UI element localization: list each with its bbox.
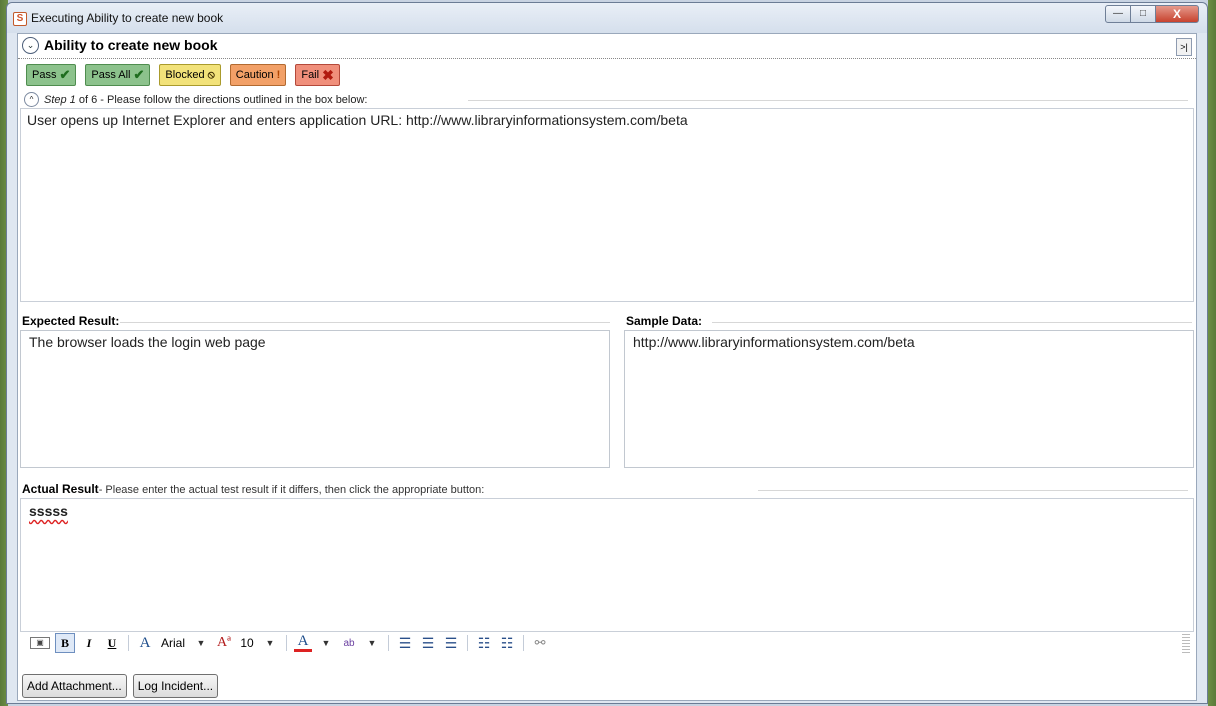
separator [467, 635, 469, 651]
bold-button[interactable]: B [55, 633, 75, 653]
resize-grip[interactable] [1182, 634, 1190, 654]
align-right-icon[interactable]: ☰ [442, 634, 460, 652]
numbered-list-icon[interactable]: ☷ [498, 634, 516, 652]
font-icon: A [139, 634, 151, 651]
insert-image-icon[interactable]: ▣ [30, 637, 50, 649]
log-incident-button[interactable]: Log Incident... [132, 674, 219, 698]
highlight-icon[interactable]: ab [340, 634, 358, 652]
actual-result-heading: Actual Result- Please enter the actual t… [22, 482, 484, 496]
pass-button[interactable]: Pass ✔ [26, 64, 77, 86]
actual-result-label: Actual Result [22, 482, 99, 496]
window-controls: — □ X [1105, 5, 1199, 23]
chevron-down-icon[interactable]: ▼ [192, 634, 210, 652]
separator [286, 635, 288, 651]
expected-result-panel: Expected Result: The browser loads the l… [20, 314, 612, 470]
sample-data-field[interactable]: http://www.libraryinformationsystem.com/… [624, 330, 1194, 468]
footer-actions: Add Attachment... Log Incident... [22, 674, 219, 698]
window-title: Executing Ability to create new book [31, 11, 224, 25]
actual-result-hint: - Please enter the actual test result if… [98, 484, 485, 496]
chevron-down-icon[interactable]: ▼ [317, 634, 335, 652]
test-case-header: ⌄ Ability to create new book >| [18, 34, 1196, 59]
add-attachment-button[interactable]: Add Attachment... [22, 674, 127, 698]
fail-button[interactable]: Fail ✖ [295, 64, 340, 86]
exclamation-icon: ! [276, 69, 281, 81]
expected-result-label: Expected Result: [22, 314, 120, 328]
caution-button[interactable]: Caution ! [229, 64, 287, 86]
divider [468, 100, 1188, 101]
status-button-row: Pass ✔ Pass All ✔ Blocked ⦸ Caution ! Fa… [26, 64, 340, 86]
actual-result-text: sssss [29, 503, 68, 519]
test-case-title: Ability to create new book [44, 37, 218, 53]
close-button[interactable]: X [1155, 5, 1199, 23]
font-size-select[interactable]: 10 [238, 634, 256, 652]
execution-window: S Executing Ability to create new book —… [6, 2, 1208, 704]
underline-button[interactable]: U [103, 634, 121, 652]
divider [712, 322, 1192, 323]
title-bar[interactable]: S Executing Ability to create new book —… [7, 3, 1207, 33]
divider [758, 490, 1188, 491]
caution-label: Caution [235, 69, 274, 81]
content-pane: ⌄ Ability to create new book >| Pass ✔ P… [17, 33, 1197, 701]
separator [388, 635, 390, 651]
app-icon: S [13, 12, 27, 26]
divider [120, 322, 610, 323]
step-instructions: of 6 - Please follow the directions outl… [75, 93, 368, 106]
pass-all-button[interactable]: Pass All ✔ [85, 64, 151, 86]
pass-label: Pass [32, 69, 57, 81]
formatting-toolbar: ▣ B I U A Arial ▼ Aª 10 ▼ A ▼ ab ▼ ☰ ☰ ☰… [30, 632, 549, 654]
blocked-button[interactable]: Blocked ⦸ [159, 64, 221, 86]
blocked-icon: ⦸ [207, 69, 215, 81]
double-check-icon: ✔ [133, 67, 145, 82]
pass-all-label: Pass All [91, 69, 131, 81]
sample-data-label: Sample Data: [626, 314, 703, 328]
chevron-up-icon[interactable]: ^ [24, 92, 39, 107]
font-color-icon[interactable]: A [294, 633, 313, 652]
chevron-down-icon[interactable]: ▼ [261, 634, 279, 652]
fail-label: Fail [301, 69, 320, 81]
align-left-icon[interactable]: ☰ [396, 634, 414, 652]
separator [523, 635, 525, 651]
directions-box[interactable]: User opens up Internet Explorer and ente… [20, 108, 1194, 302]
expand-panel-button[interactable]: >| [1176, 38, 1192, 56]
x-icon: ✖ [322, 67, 334, 83]
italic-button[interactable]: I [80, 634, 98, 652]
chevron-down-icon[interactable]: ▼ [363, 634, 381, 652]
minimize-button[interactable]: — [1105, 5, 1131, 23]
collapse-icon[interactable]: ⌄ [22, 37, 39, 54]
bullet-list-icon[interactable]: ☷ [475, 634, 493, 652]
separator [128, 635, 129, 651]
link-icon[interactable]: ⚯ [531, 634, 549, 652]
maximize-button[interactable]: □ [1130, 5, 1156, 23]
blocked-label: Blocked [165, 69, 205, 81]
step-number: Step 1 [44, 93, 76, 106]
sample-data-panel: Sample Data: http://www.libraryinformati… [616, 314, 1196, 470]
align-center-icon[interactable]: ☰ [419, 634, 437, 652]
expected-result-field[interactable]: The browser loads the login web page [20, 330, 610, 468]
actual-result-editor[interactable]: sssss [20, 498, 1194, 632]
font-family-select[interactable]: Arial [159, 634, 187, 652]
check-icon: ✔ [59, 67, 71, 82]
font-size-icon: Aª [217, 635, 231, 650]
step-indicator: ^ Step 1 of 6 - Please follow the direct… [24, 92, 367, 107]
